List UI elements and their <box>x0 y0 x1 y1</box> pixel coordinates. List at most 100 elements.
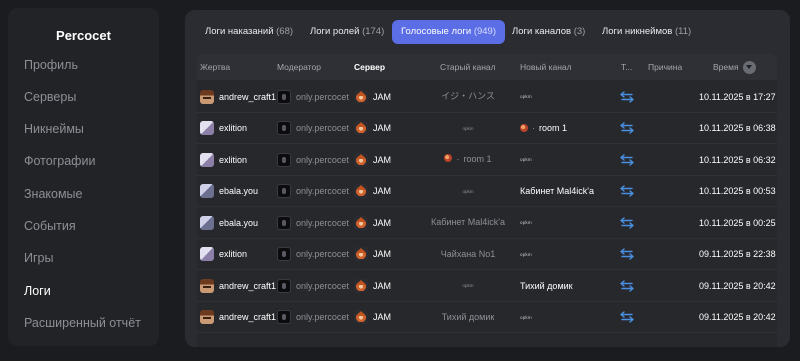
moderator-name: only.percocet <box>296 312 349 322</box>
table-row[interactable]: andrew_craft1 only.percocet JAM opkm Тих… <box>197 270 777 302</box>
moderator-cell[interactable]: only.percocet <box>277 144 349 175</box>
header-type[interactable]: Т... <box>621 54 632 80</box>
sidebar-item-servers[interactable]: Серверы <box>24 90 76 104</box>
server-cell[interactable]: JAM <box>354 302 391 333</box>
moderator-cell[interactable]: only.percocet <box>277 239 349 270</box>
server-cell[interactable]: JAM <box>354 81 391 112</box>
sidebar-item-acquaintances[interactable]: Знакомые <box>24 187 83 201</box>
server-avatar <box>354 184 368 198</box>
victim-cell[interactable]: exlition <box>200 144 247 175</box>
sidebar-item-profile[interactable]: Профиль <box>24 58 78 72</box>
move-type-cell <box>620 113 634 144</box>
server-cell[interactable]: JAM <box>354 270 391 301</box>
moderator-name: only.percocet <box>296 217 349 228</box>
old-channel-cell: Чайхана No1 <box>423 239 513 270</box>
victim-cell[interactable]: exlition <box>200 239 247 270</box>
server-name: JAM <box>373 154 391 165</box>
header-moderator[interactable]: Модератор <box>277 54 321 80</box>
old-channel-cell: Кабинет Mal4ick'a <box>423 207 513 238</box>
sort-toggle-button[interactable] <box>743 61 756 74</box>
moderator-cell[interactable]: only.percocet <box>277 81 349 112</box>
moderator-cell[interactable]: only.percocet <box>277 176 349 207</box>
old-channel: opkm <box>462 283 474 288</box>
tab-nickname-logs[interactable]: Логи никнеймов (11) <box>593 20 700 44</box>
swap-arrows-icon <box>620 311 634 323</box>
old-channel-cell: opkm <box>423 270 513 301</box>
tab-role-logs[interactable]: Логи ролей (174) <box>301 20 393 44</box>
table-row[interactable]: exlition only.percocet JAM Чайхана No1 o… <box>197 239 777 270</box>
brand-title: Percocet <box>56 28 111 43</box>
tab-channel-logs[interactable]: Логи каналов (3) <box>503 20 594 44</box>
sidebar-item-extended-report[interactable]: Расширенный отчёт <box>24 316 141 330</box>
server-cell[interactable]: JAM <box>354 176 391 207</box>
moderator-name: only.percocet <box>296 123 349 133</box>
move-type-cell <box>620 81 634 112</box>
server-name: JAM <box>373 280 391 291</box>
header-time[interactable]: Время <box>713 54 739 80</box>
tab-count: (3) <box>573 26 586 37</box>
sidebar-item-logs[interactable]: Логи <box>24 284 51 298</box>
sidebar-item-nicknames[interactable]: Никнеймы <box>24 122 84 136</box>
server-name: JAM <box>373 91 391 102</box>
new-channel: opkm <box>520 251 532 257</box>
channel-icon <box>520 124 528 132</box>
sidebar-item-events[interactable]: События <box>24 219 76 233</box>
channel-icon <box>444 154 453 162</box>
table-row[interactable]: andrew_craft1 only.percocet JAM Тихий до… <box>197 302 777 333</box>
old-channel: opkm <box>462 125 474 131</box>
old-channel: room 1 <box>463 154 492 164</box>
swap-arrows-icon <box>620 216 634 229</box>
voice-logs-table: Жертва Модератор Сервер Старый канал Нов… <box>197 54 777 347</box>
new-channel-cell: opkm <box>520 81 532 112</box>
old-channel: Чайхана No1 <box>440 248 496 259</box>
time-cell: 10.11.2025 в 00:25 <box>699 207 776 238</box>
event-time: 10.11.2025 в 00:25 <box>699 217 776 228</box>
sidebar-item-photos[interactable]: Фотографии <box>24 154 95 168</box>
table-row[interactable]: ebala.you only.percocet JAM Кабинет Mal4… <box>197 207 777 239</box>
victim-name: andrew_craft1 <box>219 91 277 102</box>
moderator-cell[interactable]: only.percocet <box>277 302 349 333</box>
header-server[interactable]: Сервер <box>354 54 385 80</box>
sidebar-item-games[interactable]: Игры <box>24 251 53 265</box>
victim-name: ebala.you <box>219 217 259 228</box>
new-channel-cell: opkm <box>520 239 532 270</box>
server-avatar <box>354 121 368 135</box>
victim-cell[interactable]: andrew_craft1 <box>200 270 276 301</box>
victim-cell[interactable]: andrew_craft1 <box>200 81 276 112</box>
server-cell[interactable]: JAM <box>354 239 391 270</box>
tab-punishment-logs[interactable]: Логи наказаний (68) <box>196 20 302 44</box>
header-old-channel[interactable]: Старый канал <box>440 54 496 80</box>
new-channel: Кабинет Mal4ick'a <box>520 186 594 196</box>
header-victim[interactable]: Жертва <box>200 54 230 80</box>
old-channel-cell: opkm <box>423 176 513 207</box>
logs-panel: Логи наказаний (68) Логи ролей (174) Гол… <box>185 10 790 347</box>
server-cell[interactable]: JAM <box>354 113 391 144</box>
time-cell: 09.11.2025 в 20:42 <box>699 302 776 333</box>
header-new-channel[interactable]: Новый канал <box>520 54 572 80</box>
moderator-name: only.percocet <box>296 249 349 259</box>
moderator-cell[interactable]: only.percocet <box>277 207 349 238</box>
time-cell: 09.11.2025 в 22:38 <box>699 239 776 270</box>
separator-dot: · <box>456 154 460 164</box>
server-cell[interactable]: JAM <box>354 207 391 238</box>
victim-cell[interactable]: ebala.you <box>200 176 258 207</box>
table-row[interactable]: ebala.you only.percocet JAM opkm Кабинет… <box>197 176 777 207</box>
swap-arrows-icon <box>620 279 634 292</box>
table-row[interactable]: andrew_craft1 only.percocet JAM イジ・ハンス o… <box>197 81 777 113</box>
moderator-cell[interactable]: only.percocet <box>277 270 349 301</box>
moderator-cell[interactable]: only.percocet <box>277 113 349 144</box>
moderator-avatar <box>277 89 291 104</box>
tab-voice-logs[interactable]: Голосовые логи (949) <box>392 20 505 44</box>
new-channel-cell: · room 1 <box>520 113 567 144</box>
victim-cell[interactable]: exlition <box>200 113 247 144</box>
table-row[interactable]: exlition only.percocet JAM opkm · room 1 … <box>197 113 777 144</box>
logs-tabs: Логи наказаний (68) Логи ролей (174) Гол… <box>185 20 790 44</box>
header-reason[interactable]: Причина <box>648 54 682 80</box>
move-type-cell <box>620 144 634 175</box>
event-time: 10.11.2025 в 00:53 <box>699 186 776 196</box>
victim-cell[interactable]: ebala.you <box>200 207 258 238</box>
table-row[interactable]: exlition only.percocet JAM · room 1 opkm … <box>197 144 777 176</box>
server-cell[interactable]: JAM <box>354 144 391 175</box>
moderator-avatar <box>277 215 291 230</box>
victim-cell[interactable]: andrew_craft1 <box>200 302 276 333</box>
